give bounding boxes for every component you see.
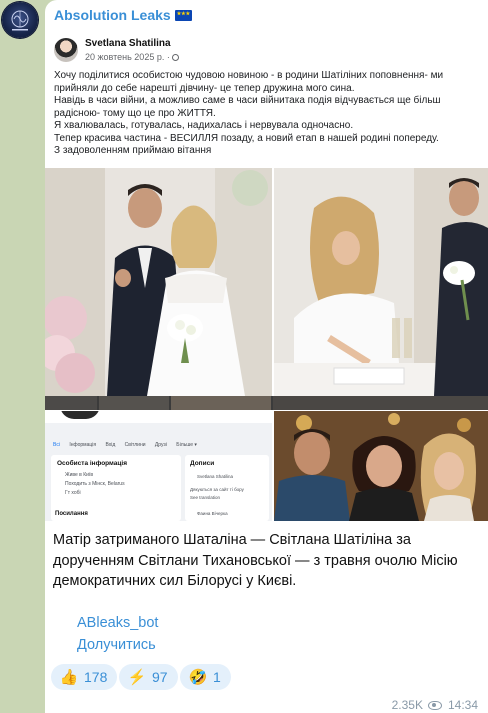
author-avatar xyxy=(54,38,78,62)
profile-screenshot[interactable]: Всі Інформація Вхід Світлини Друзі Більш… xyxy=(45,411,272,521)
profile-topbar xyxy=(45,411,272,423)
fb-line: Навідь в часи війни, а можливо саме в ча… xyxy=(54,95,441,106)
message-caption: Матір затриманого Шаталіна — Світлана Ша… xyxy=(53,530,478,592)
tab-friends[interactable]: Друзі xyxy=(155,442,167,448)
reaction-count: 178 xyxy=(84,669,108,685)
fb-line: Тепер красива частина - ВЕСИЛЛЯ позаду, … xyxy=(54,132,439,144)
channel-avatar[interactable] xyxy=(2,2,38,38)
reaction-lightning[interactable]: ⚡ 97 xyxy=(119,664,178,690)
info-row: Живе в Київ xyxy=(65,472,93,478)
reaction-count: 1 xyxy=(213,669,221,685)
message-meta: 2.35K 14:34 xyxy=(392,698,478,712)
eu-flag-icon xyxy=(174,10,192,21)
bot-link[interactable]: ABleaks_bot xyxy=(77,615,158,631)
reaction-count: 97 xyxy=(152,669,168,685)
fb-post-text: Хочу поділитися особистою чудовою новино… xyxy=(54,70,479,158)
fb-line: Хочу поділитися особистою чудовою новино… xyxy=(54,70,444,81)
subscribe-link[interactable]: Долучитись xyxy=(77,637,156,653)
info-row: Походить з Мінск, Belarus xyxy=(65,481,125,487)
posts-author: Svetlana Shatilina xyxy=(197,474,234,479)
thumbs-up-icon: 👍 xyxy=(59,669,79,686)
tab-entry[interactable]: Вхід xyxy=(105,442,115,448)
tab-info[interactable]: Інформація xyxy=(69,442,96,448)
rofl-face-icon: 🤣 xyxy=(188,669,208,686)
info-row: Гт хобі xyxy=(65,490,81,496)
reaction-thumbs-up[interactable]: 👍 178 xyxy=(51,664,118,690)
reaction-rofl[interactable]: 🤣 1 xyxy=(180,664,231,690)
fb-post-date-text: 20 жовтень 2025 р. · xyxy=(85,52,170,62)
channel-title-text: Absolution Leaks xyxy=(54,7,171,23)
caption-line: демократичних сил Білорусі у Києві. xyxy=(53,573,297,589)
fb-post-screenshot[interactable]: Svetlana Shatilina 20 жовтень 2025 р. · … xyxy=(45,30,488,168)
brain-logo-icon xyxy=(11,10,29,31)
message-bubble: Absolution Leaks Svetlana Shatilina 20 ж… xyxy=(45,0,488,713)
caption-line: Матір затриманого Шаталіна — Світлана Ша… xyxy=(53,532,411,548)
channel-title[interactable]: Absolution Leaks xyxy=(54,7,192,23)
posts-author-2: Фаина Вічерка xyxy=(197,511,228,516)
wedding-photo-signing[interactable] xyxy=(274,168,488,396)
fb-line: прийняли до себе нарешті дівчину- це теп… xyxy=(54,82,355,94)
fb-line: Я хвалювалась, готувалась, надихалась і … xyxy=(54,120,354,131)
links-title: Посилання xyxy=(55,511,88,517)
personal-info-title: Особиста інформація xyxy=(57,460,127,467)
caption-line: дорученням Світлани Тихановської — з тра… xyxy=(53,552,458,569)
eye-icon xyxy=(427,701,442,710)
family-photo[interactable] xyxy=(274,411,488,521)
fb-author-name: Svetlana Shatilina xyxy=(85,38,171,49)
see-translation-link[interactable]: See translation xyxy=(190,495,220,500)
personal-info-card: Особиста інформація Живе в Київ Походить… xyxy=(51,455,181,521)
tab-photos[interactable]: Світлини xyxy=(125,442,146,448)
fb-line: З задоволенням приймаю вітання xyxy=(54,145,212,156)
profile-tabs: Всі Інформація Вхід Світлини Друзі Більш… xyxy=(53,442,197,448)
tab-more[interactable]: Більше ▾ xyxy=(176,442,197,448)
fb-line: радісною- тому що це про ЖИТТЯ. xyxy=(54,107,216,119)
tab-all[interactable]: Всі xyxy=(53,442,60,448)
wedding-photo-couple[interactable] xyxy=(45,168,272,396)
posts-title: Дописи xyxy=(190,460,215,467)
fb-post-date: 20 жовтень 2025 р. · xyxy=(85,52,180,62)
lightning-icon: ⚡ xyxy=(127,669,147,686)
posts-card: Дописи Svetlana Shatilina Дякуються за с… xyxy=(185,455,269,521)
posts-text: Дякуються за сайт ті бору xyxy=(190,487,244,492)
globe-icon xyxy=(172,54,180,61)
photo-strip xyxy=(45,396,488,410)
view-count: 2.35K xyxy=(391,698,423,712)
message-time: 14:34 xyxy=(447,698,478,712)
